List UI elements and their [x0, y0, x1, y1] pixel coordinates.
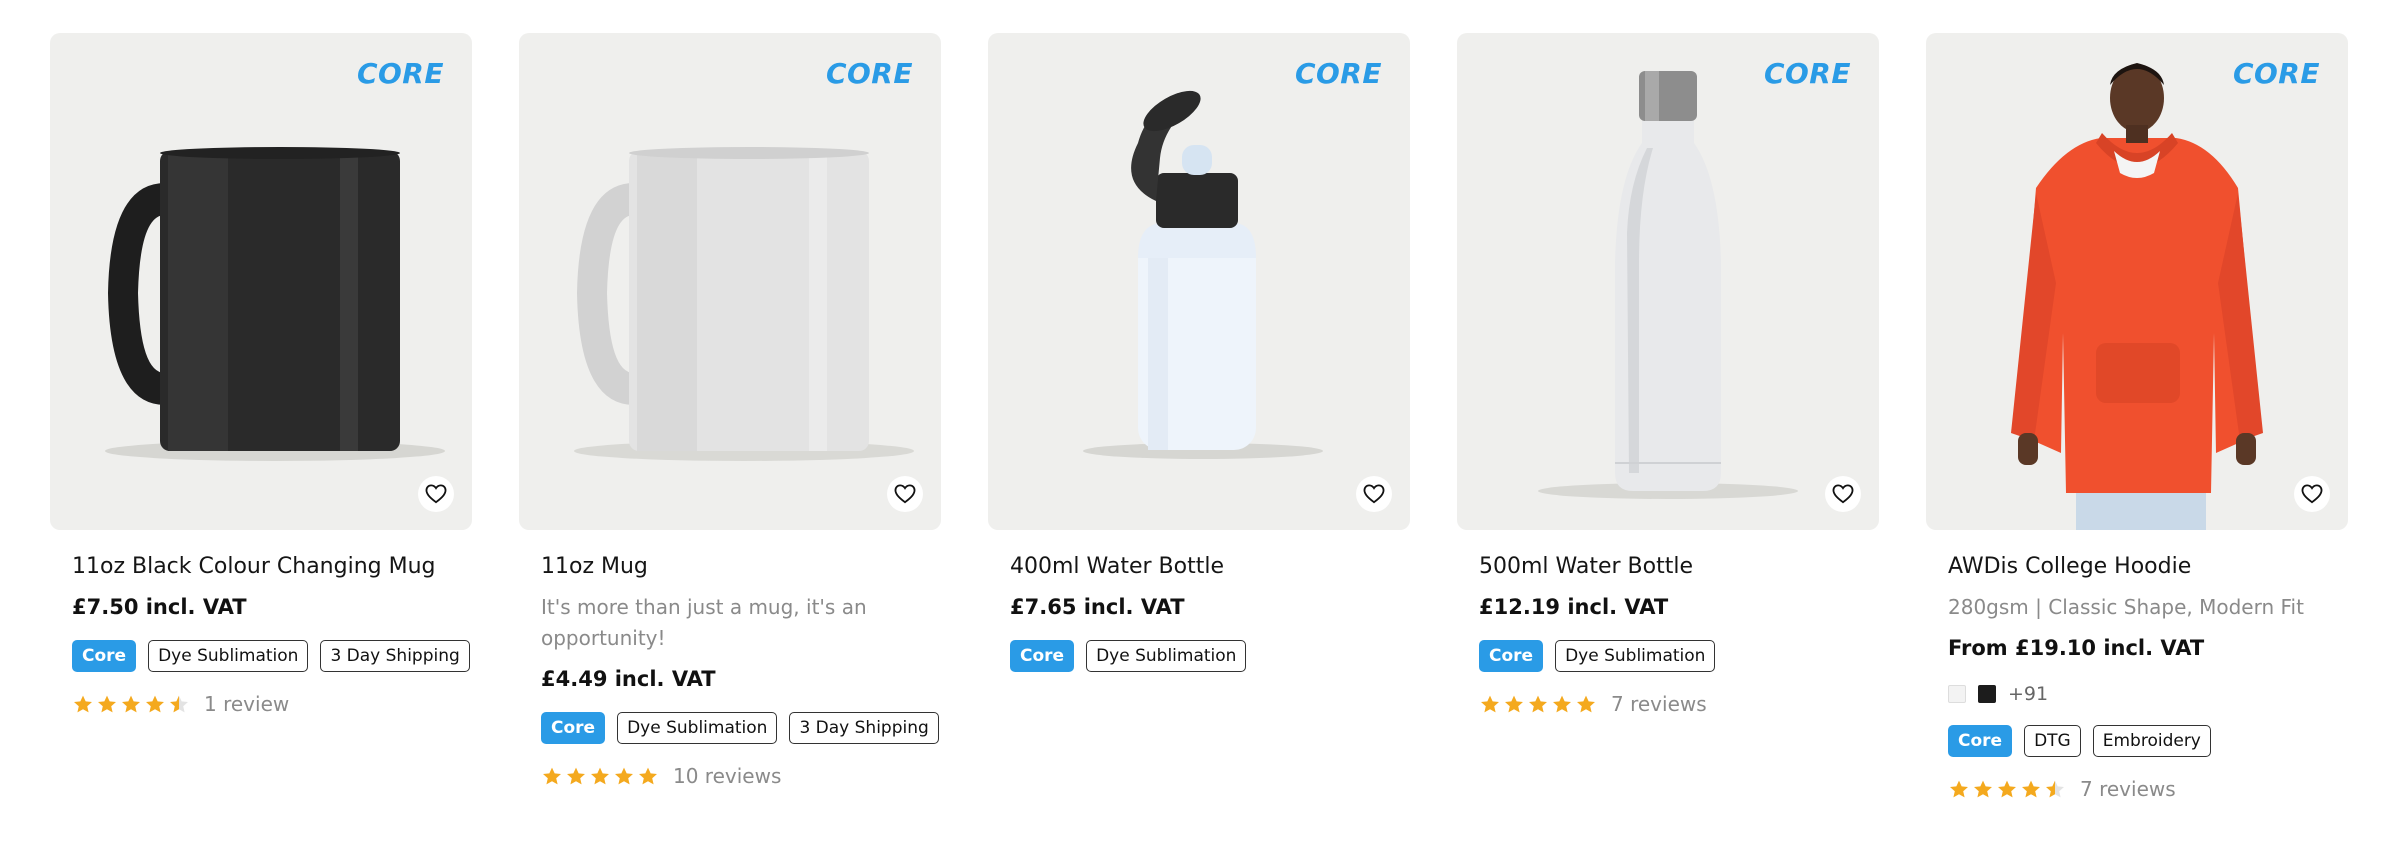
product-title[interactable]: 400ml Water Bottle: [1010, 552, 1388, 582]
product-rating[interactable]: 10 reviews: [541, 764, 919, 788]
product-rating[interactable]: 7 reviews: [1948, 777, 2326, 801]
star-full-icon: [122, 695, 140, 713]
star-full-icon: [1529, 695, 1547, 713]
wishlist-button[interactable]: [1356, 476, 1392, 512]
product-price: £4.49 incl. VAT: [541, 667, 716, 691]
wishlist-button[interactable]: [887, 476, 923, 512]
product-tags: Core Dye Sublimation: [1010, 640, 1388, 672]
product-card-black-mug[interactable]: CORE 11oz Black Colour Changing Mug £7.5…: [50, 33, 472, 801]
heart-icon: [2301, 484, 2323, 504]
product-tags: Core DTG Embroidery: [1948, 725, 2326, 757]
product-tags: Core Dye Sublimation 3 Day Shipping: [541, 712, 939, 744]
more-colors-count[interactable]: +91: [2008, 683, 2048, 705]
review-count[interactable]: 7 reviews: [2080, 777, 2176, 801]
star-full-icon: [1505, 695, 1523, 713]
review-count[interactable]: 7 reviews: [1611, 692, 1707, 716]
brand-logo: CORE: [2232, 57, 2320, 90]
white-mug-image: [574, 147, 914, 461]
heart-icon: [894, 484, 916, 504]
star-full-icon: [146, 695, 164, 713]
review-count[interactable]: 10 reviews: [673, 764, 781, 788]
tag-dye-sublimation: Dye Sublimation: [1086, 640, 1247, 672]
star-full-icon: [1481, 695, 1499, 713]
product-price: £7.50 incl. VAT: [72, 595, 247, 619]
product-grid: CORE 11oz Black Colour Changing Mug £7.5…: [50, 33, 2350, 801]
star-full-icon: [1577, 695, 1595, 713]
product-card-400ml-bottle[interactable]: CORE 400ml Water Bottle £7.65 incl. VAT …: [988, 33, 1410, 801]
product-rating[interactable]: 7 reviews: [1479, 692, 1857, 716]
tag-dye-sublimation: Dye Sublimation: [148, 640, 309, 672]
product-price: £7.65 incl. VAT: [1010, 595, 1185, 619]
sports-bottle-image: [1083, 90, 1323, 459]
product-title[interactable]: AWDis College Hoodie: [1948, 552, 2326, 582]
product-tags: Core Dye Sublimation 3 Day Shipping: [72, 640, 470, 672]
swatch-black[interactable]: [1978, 685, 1996, 703]
swatch-white[interactable]: [1948, 685, 1966, 703]
star-full-icon: [98, 695, 116, 713]
heart-icon: [1832, 484, 1854, 504]
tag-embroidery: Embroidery: [2092, 725, 2211, 757]
product-card-500ml-bottle[interactable]: CORE 500ml Water Bottle £12.19 incl. VAT…: [1457, 33, 1879, 801]
tag-3-day-shipping: 3 Day Shipping: [789, 712, 939, 744]
brand-logo: CORE: [356, 57, 444, 90]
product-image[interactable]: CORE: [50, 33, 472, 530]
tag-3-day-shipping: 3 Day Shipping: [320, 640, 470, 672]
review-count[interactable]: 1 review: [204, 692, 289, 716]
star-full-icon: [1998, 780, 2016, 798]
orange-hoodie-image: [2011, 63, 2263, 530]
color-swatches: +91: [1948, 681, 2326, 707]
product-image[interactable]: CORE: [1926, 33, 2348, 530]
product-image[interactable]: CORE: [988, 33, 1410, 530]
product-card-college-hoodie[interactable]: CORE AWDis College Hoodie 280gsm | Class…: [1926, 33, 2348, 801]
tag-core: Core: [1479, 640, 1544, 672]
wishlist-button[interactable]: [1825, 476, 1861, 512]
star-full-icon: [1553, 695, 1571, 713]
star-full-icon: [2022, 780, 2040, 798]
star-rating: [1479, 693, 1597, 715]
tag-dye-sublimation: Dye Sublimation: [617, 712, 778, 744]
star-full-icon: [567, 767, 585, 785]
star-rating: [1948, 778, 2066, 800]
tag-core: Core: [541, 712, 606, 744]
brand-logo: CORE: [825, 57, 913, 90]
star-full-icon: [543, 767, 561, 785]
tag-core: Core: [1010, 640, 1075, 672]
product-image[interactable]: CORE: [519, 33, 941, 530]
product-subtitle: It's more than just a mug, it's an oppor…: [541, 595, 867, 650]
tag-core: Core: [1948, 725, 2013, 757]
star-half-icon: [170, 695, 188, 713]
star-full-icon: [591, 767, 609, 785]
product-card-white-mug[interactable]: CORE 11oz Mug It's more than just a mug,…: [519, 33, 941, 801]
product-title[interactable]: 11oz Black Colour Changing Mug: [72, 552, 450, 582]
heart-icon: [1363, 484, 1385, 504]
star-rating: [541, 765, 659, 787]
wishlist-button[interactable]: [2294, 476, 2330, 512]
product-title[interactable]: 500ml Water Bottle: [1479, 552, 1857, 582]
steel-bottle-image: [1538, 71, 1798, 499]
star-full-icon: [1974, 780, 1992, 798]
star-half-icon: [2046, 780, 2064, 798]
tag-dtg: DTG: [2024, 725, 2081, 757]
star-full-icon: [639, 767, 657, 785]
black-mug-image: [105, 147, 445, 461]
tag-core: Core: [72, 640, 137, 672]
product-tags: Core Dye Sublimation: [1479, 640, 1857, 672]
product-rating[interactable]: 1 review: [72, 692, 450, 716]
product-subtitle: 280gsm | Classic Shape, Modern Fit: [1948, 595, 2304, 619]
wishlist-button[interactable]: [418, 476, 454, 512]
tag-dye-sublimation: Dye Sublimation: [1555, 640, 1716, 672]
star-full-icon: [74, 695, 92, 713]
product-price: £12.19 incl. VAT: [1479, 595, 1669, 619]
brand-logo: CORE: [1763, 57, 1851, 90]
heart-icon: [425, 484, 447, 504]
star-rating: [72, 693, 190, 715]
product-price: From £19.10 incl. VAT: [1948, 636, 2205, 660]
star-full-icon: [1950, 780, 1968, 798]
star-full-icon: [615, 767, 633, 785]
product-title[interactable]: 11oz Mug: [541, 552, 919, 582]
product-image[interactable]: CORE: [1457, 33, 1879, 530]
brand-logo: CORE: [1294, 57, 1382, 90]
